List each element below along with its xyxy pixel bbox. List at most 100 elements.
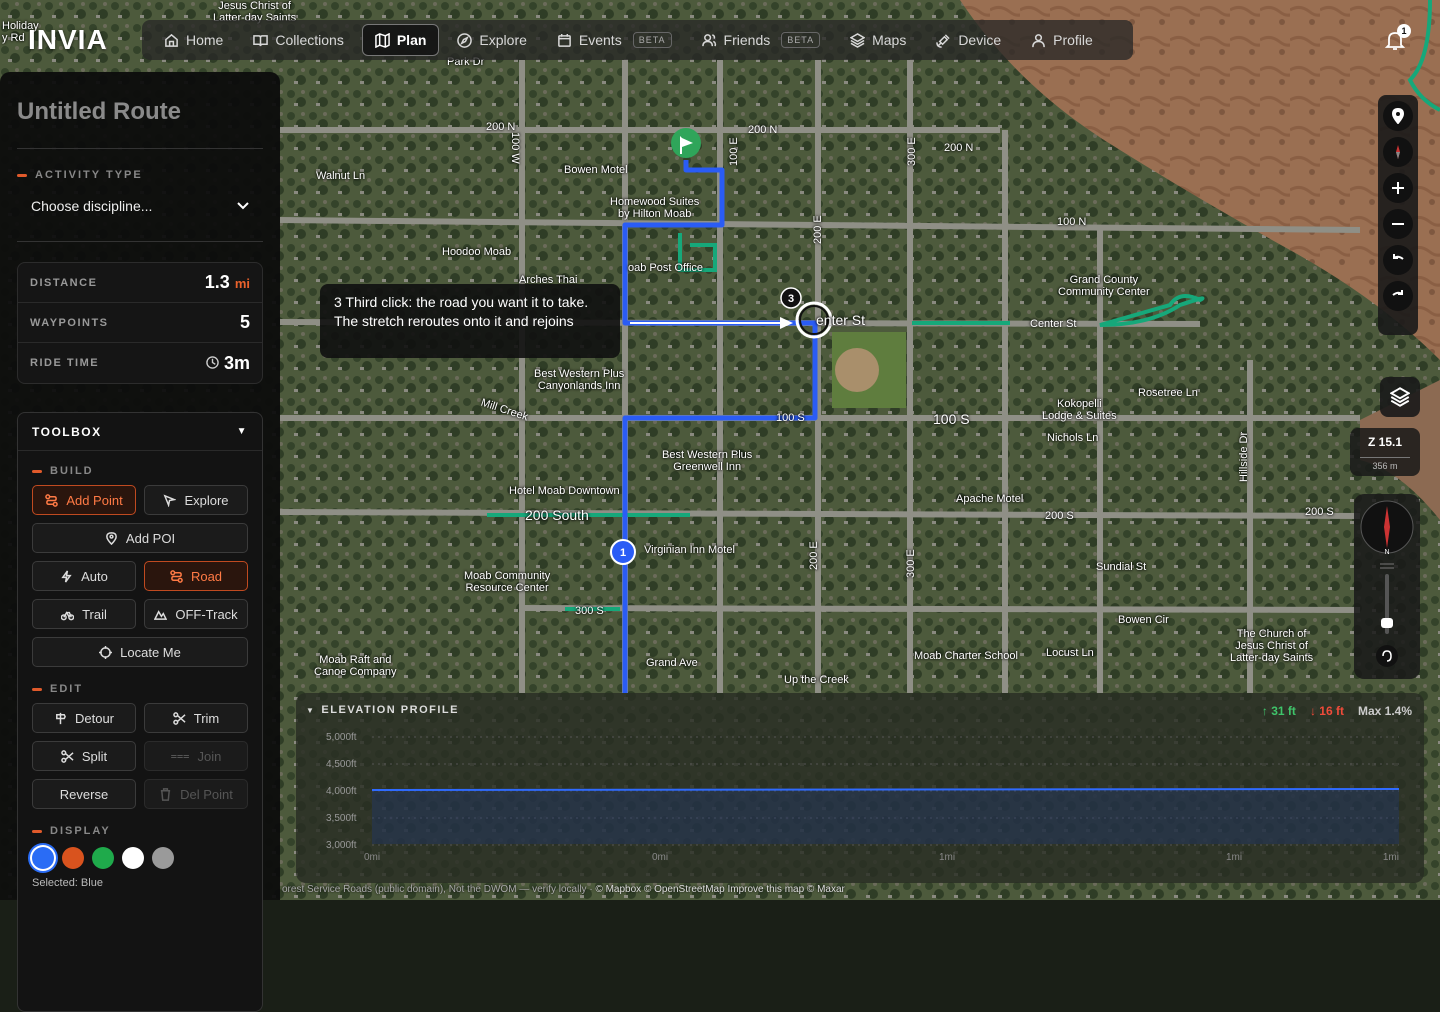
- auto-button[interactable]: Auto: [32, 561, 136, 591]
- compass-widget: N: [1354, 494, 1420, 679]
- map-label-bowen-cir: Bowen Cir: [1118, 614, 1169, 626]
- color-swatch-blue[interactable]: [32, 847, 54, 869]
- nav-device[interactable]: Device: [924, 24, 1013, 56]
- app-logo[interactable]: INVIA: [28, 24, 108, 56]
- map-label-church: The Church of Jesus Christ of Latter-day…: [1230, 628, 1314, 664]
- clock-icon: [206, 355, 219, 369]
- reverse-button[interactable]: Reverse: [32, 779, 136, 809]
- home-icon: [165, 33, 178, 47]
- selected-color-text: Selected: Blue: [32, 877, 103, 889]
- crosshair-icon: [99, 645, 113, 659]
- color-swatch-gray[interactable]: [152, 847, 174, 869]
- bike-icon: [61, 610, 75, 620]
- map-label-200-south: 200 South: [525, 507, 589, 523]
- map-label-300s: 300 S: [575, 605, 604, 617]
- scale-bar: 356 m: [1360, 457, 1410, 471]
- trim-button[interactable]: Trim: [144, 703, 248, 733]
- y-tick-label: 3,000ft: [326, 840, 357, 851]
- map-label-grand-ave: Grand Ave: [646, 657, 698, 669]
- x-tick-label: 1mi: [1226, 852, 1242, 863]
- toolbox: TOOLBOX ▼ BUILD Add Point Explore Add PO…: [17, 412, 263, 1012]
- map-label-sundial: Sundial St: [1096, 561, 1147, 573]
- nav-home[interactable]: Home: [152, 24, 235, 56]
- elevation-chart[interactable]: 5,000ft 4,500ft 4,000ft 3,500ft 3,000ft 0mi 0…: [296, 693, 1424, 883]
- user-icon: [1032, 33, 1045, 47]
- route-panel: Untitled Route ACTIVITY TYPE Choose disc…: [0, 72, 280, 1012]
- svg-text:1: 1: [620, 547, 626, 559]
- nav-maps[interactable]: Maps: [838, 24, 918, 56]
- nav-collections[interactable]: Collections: [241, 24, 355, 56]
- pitch-slider-handle[interactable]: [1381, 618, 1393, 628]
- split-button[interactable]: Split: [32, 741, 136, 771]
- nav-explore[interactable]: Explore: [445, 24, 538, 56]
- detour-button[interactable]: Detour: [32, 703, 136, 733]
- signpost-icon: [56, 712, 66, 724]
- display-label: DISPLAY: [32, 825, 248, 837]
- map-label-200s: 200 S: [1045, 510, 1074, 522]
- trash-icon: [160, 787, 171, 801]
- color-swatch-green[interactable]: [92, 847, 114, 869]
- del-point-button[interactable]: Del Point: [144, 779, 248, 809]
- map-label-100w: 100 W: [509, 132, 521, 164]
- zoom-in-button[interactable]: [1383, 173, 1413, 203]
- x-tick-label: 1mi: [1383, 852, 1399, 863]
- add-point-button[interactable]: Add Point: [32, 485, 136, 515]
- map-label-200s-b: 200 S: [1305, 506, 1334, 518]
- book-icon: [253, 34, 269, 46]
- map-label-post-office: oab Post Office: [628, 262, 704, 274]
- map-label-100n: 100 N: [1057, 216, 1087, 228]
- elevation-profile: ▼ ELEVATION PROFILE ↑ 31 ft ↓ 16 ft Max 1…: [296, 693, 1424, 883]
- layers-button[interactable]: [1380, 377, 1420, 417]
- stat-ride-time: RIDE TIME 3m: [30, 352, 250, 373]
- beta-badge: BETA: [781, 32, 821, 48]
- redo-button[interactable]: [1383, 281, 1413, 311]
- join-button[interactable]: ⩶ Join: [144, 741, 248, 771]
- map-attribution[interactable]: orest Service Roads (public domain), Not…: [282, 884, 845, 895]
- zoom-scale-indicator: Z 15.1 356 m: [1350, 428, 1420, 476]
- locate-me-button[interactable]: Locate Me: [32, 637, 248, 667]
- y-tick-label: 4,500ft: [326, 759, 357, 770]
- explore-button[interactable]: Explore: [144, 485, 248, 515]
- svg-text:3: 3: [788, 293, 794, 305]
- zoom-out-button[interactable]: [1383, 209, 1413, 239]
- beta-badge: BETA: [632, 32, 672, 48]
- layers-icon: [850, 32, 866, 48]
- off-track-button[interactable]: OFF-Track: [144, 599, 248, 629]
- location-button[interactable]: [1383, 101, 1413, 131]
- compass-icon: [457, 32, 473, 48]
- distance-value: 1.3: [204, 272, 230, 292]
- map-label-center-st: enter St: [816, 312, 866, 328]
- color-swatch-white[interactable]: [122, 847, 144, 869]
- y-tick-label: 5,000ft: [326, 732, 357, 743]
- nav-plan[interactable]: Plan: [361, 24, 440, 56]
- stat-distance: DISTANCE 1.3 mi: [18, 263, 262, 303]
- nav-friends[interactable]: Friends BETA: [690, 24, 833, 56]
- route-title[interactable]: Untitled Route: [17, 98, 263, 128]
- scissors-icon: [61, 749, 74, 763]
- satellite-icon: [936, 33, 950, 48]
- x-tick-label: 1mi: [939, 852, 955, 863]
- discipline-select[interactable]: Choose discipline...: [17, 191, 263, 221]
- nav-events[interactable]: Events BETA: [545, 24, 684, 56]
- toolbox-header[interactable]: TOOLBOX ▼: [18, 413, 262, 451]
- x-tick-label: 0mi: [652, 852, 668, 863]
- trail-button[interactable]: Trail: [32, 599, 136, 629]
- undo-button[interactable]: [1383, 245, 1413, 275]
- compass-north-button[interactable]: [1383, 137, 1413, 167]
- undo-icon: [1393, 254, 1404, 260]
- reset-rotation-button[interactable]: [1376, 645, 1398, 667]
- ride-time-value: 3m: [223, 352, 250, 373]
- map-label-up-creek: Up the Creek: [784, 674, 849, 686]
- map-label-charter: Moab Charter School: [914, 650, 1018, 662]
- route-stats: DISTANCE 1.3 mi WAYPOINTS 5 RIDE TIME 3m: [17, 262, 263, 384]
- nav-profile[interactable]: Profile: [1019, 24, 1105, 56]
- road-button[interactable]: Road: [144, 561, 248, 591]
- caret-down-icon: ▼: [236, 426, 248, 437]
- map-label-rosetree: Rosetree Ln: [1138, 387, 1198, 399]
- distance-unit: mi: [234, 276, 250, 291]
- add-poi-button[interactable]: Add POI: [32, 523, 248, 553]
- color-swatch-orange[interactable]: [62, 847, 84, 869]
- waypoints-value: 5: [239, 312, 250, 332]
- map-pin-icon: [1391, 108, 1405, 124]
- build-label: BUILD: [32, 465, 248, 477]
